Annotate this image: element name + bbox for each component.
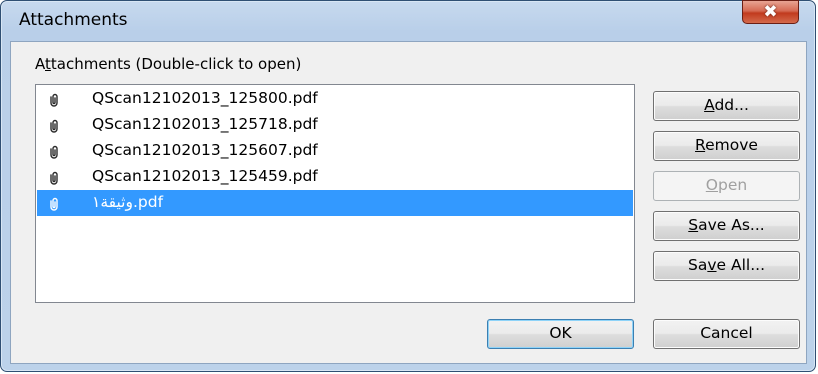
list-item[interactable]: QScan12102013_125800.pdf (37, 86, 633, 112)
paperclip-icon (48, 144, 60, 159)
title-bar[interactable]: Attachments ✖ (1, 0, 815, 41)
attachment-filename: QScan12102013_125718.pdf (92, 115, 318, 133)
list-item[interactable]: QScan12102013_125718.pdf (37, 112, 633, 138)
paperclip-icon (48, 170, 60, 185)
dialog-body: Attachments (Double-click to open) QScan… (10, 41, 807, 364)
save-all-button[interactable]: Save All... (653, 251, 800, 281)
paperclip-icon (48, 196, 60, 211)
ok-button[interactable]: OK (487, 319, 634, 349)
paperclip-icon (48, 118, 60, 133)
attachments-dialog: Attachments ✖ Attachments (Double-click … (0, 0, 816, 372)
window-title: Attachments (19, 10, 128, 30)
attachment-filename: وثيقة١.pdf (92, 193, 164, 211)
attachment-filename: QScan12102013_125607.pdf (92, 141, 318, 159)
list-item[interactable]: QScan12102013_125607.pdf (37, 138, 633, 164)
open-button[interactable]: Open (653, 171, 800, 201)
add-button[interactable]: Add... (653, 91, 800, 121)
cancel-button[interactable]: Cancel (653, 319, 800, 349)
list-item[interactable]: وثيقة١.pdf (37, 190, 633, 216)
close-icon: ✖ (763, 2, 778, 22)
remove-button[interactable]: Remove (653, 131, 800, 161)
attachment-filename: QScan12102013_125459.pdf (92, 167, 318, 185)
attachments-list-label: Attachments (Double-click to open) (35, 55, 302, 73)
attachments-list[interactable]: QScan12102013_125800.pdf QScan12102013_12… (35, 84, 635, 303)
list-item[interactable]: QScan12102013_125459.pdf (37, 164, 633, 190)
save-as-button[interactable]: Save As... (653, 211, 800, 241)
close-button[interactable]: ✖ (742, 0, 799, 24)
attachment-filename: QScan12102013_125800.pdf (92, 89, 318, 107)
paperclip-icon (48, 92, 60, 107)
